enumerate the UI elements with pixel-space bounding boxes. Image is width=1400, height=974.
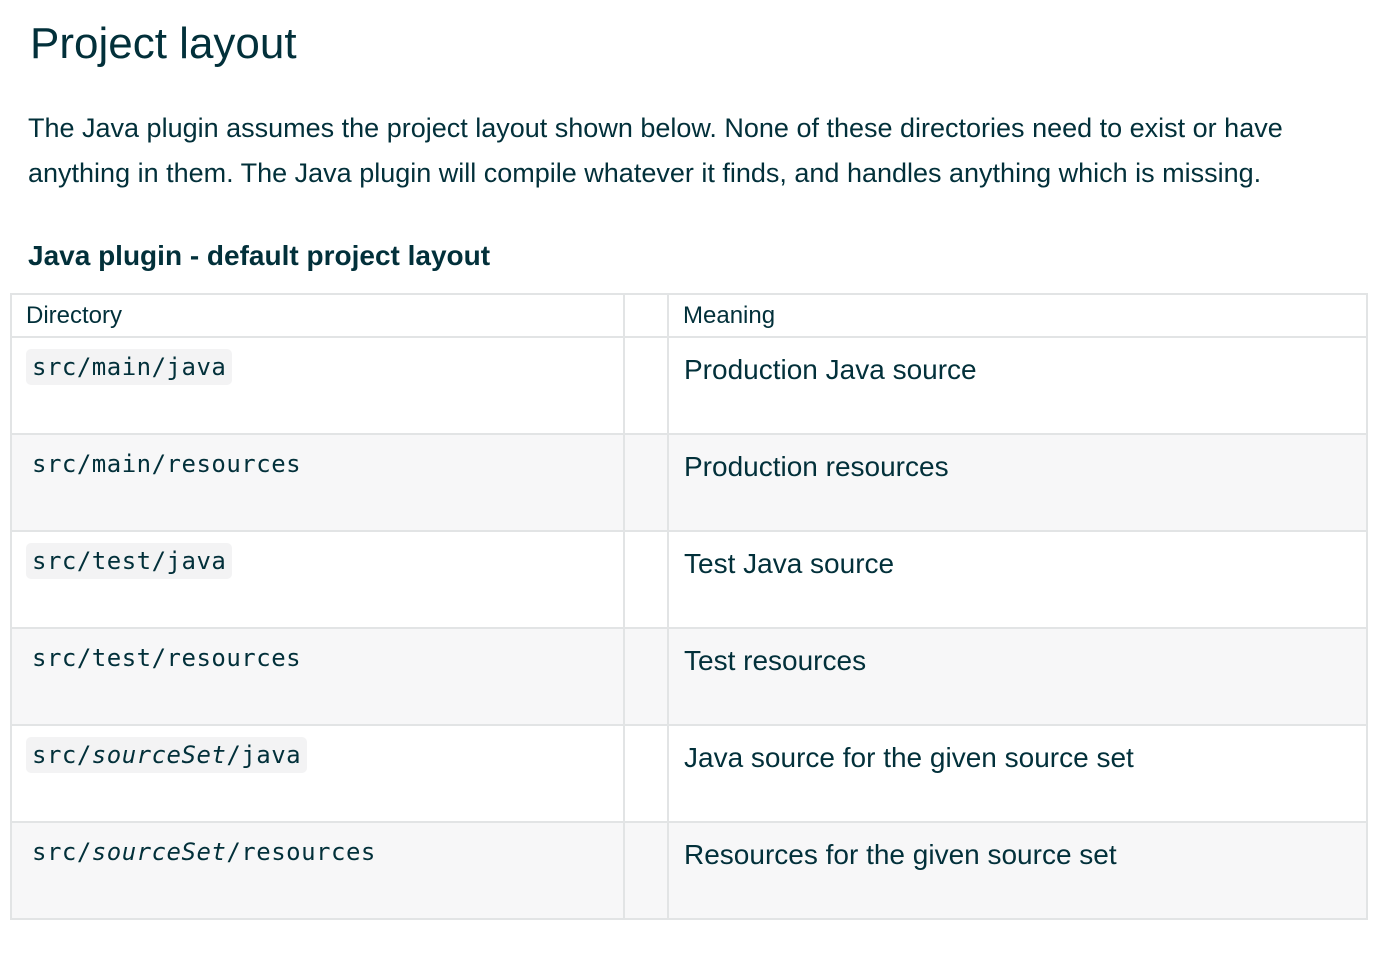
directory-cell: src/test/java <box>10 530 625 629</box>
table-caption: Java plugin - default project layout <box>28 240 491 271</box>
spacer-cell <box>623 530 669 629</box>
path-prefix: src/ <box>32 838 92 866</box>
path-variable: sourceSet <box>91 741 227 769</box>
directory-path: src/sourceSet/java <box>26 737 308 773</box>
table-row: src/test/resources Test resources <box>10 627 1368 726</box>
path-suffix: test/java <box>91 547 227 575</box>
table-row: src/sourceSet/java Java source for the g… <box>10 724 1368 823</box>
directory-path: src/main/resources <box>26 446 307 482</box>
directory-cell: src/test/resources <box>10 627 625 726</box>
meaning-cell: Test resources <box>667 627 1368 726</box>
path-prefix: src/ <box>32 450 92 478</box>
directory-cell: src/sourceSet/java <box>10 724 625 823</box>
header-directory: Directory <box>10 293 625 338</box>
directory-path: src/sourceSet/resources <box>26 834 382 870</box>
spacer-cell <box>623 724 669 823</box>
directory-cell: src/main/resources <box>10 433 625 532</box>
path-prefix: src/ <box>32 741 92 769</box>
directory-path: src/main/java <box>26 349 233 385</box>
table-row: src/sourceSet/resources Resources for th… <box>10 821 1368 920</box>
path-prefix: src/ <box>32 644 92 672</box>
spacer-cell <box>623 627 669 726</box>
directory-cell: src/main/java <box>10 336 625 435</box>
table-header-row: Directory Meaning <box>10 293 1368 338</box>
path-suffix: /resources <box>226 838 376 866</box>
intro-paragraph: The Java plugin assumes the project layo… <box>28 113 1283 188</box>
path-prefix: src/ <box>32 547 92 575</box>
meaning-cell: Java source for the given source set <box>667 724 1368 823</box>
spacer-cell <box>623 433 669 532</box>
directory-path: src/test/resources <box>26 640 307 676</box>
path-suffix: test/resources <box>91 644 302 672</box>
page-title: Project layout <box>30 19 297 68</box>
path-prefix: src/ <box>32 353 92 381</box>
meaning-cell: Test Java source <box>667 530 1368 629</box>
table-row: src/main/java Production Java source <box>10 336 1368 435</box>
directory-cell: src/sourceSet/resources <box>10 821 625 920</box>
spacer-cell <box>623 821 669 920</box>
table-row: src/main/resources Production resources <box>10 433 1368 532</box>
meaning-cell: Production Java source <box>667 336 1368 435</box>
meaning-cell: Resources for the given source set <box>667 821 1368 920</box>
path-suffix: main/java <box>91 353 227 381</box>
spacer-cell <box>623 336 669 435</box>
path-variable: sourceSet <box>91 838 227 866</box>
meaning-cell: Production resources <box>667 433 1368 532</box>
header-meaning: Meaning <box>667 293 1368 338</box>
table-row: src/test/java Test Java source <box>10 530 1368 629</box>
header-spacer <box>623 293 669 338</box>
project-layout-table: Directory Meaning src/main/java Producti… <box>10 293 1368 920</box>
path-suffix: /java <box>226 741 302 769</box>
directory-path: src/test/java <box>26 543 233 579</box>
path-suffix: main/resources <box>91 450 302 478</box>
